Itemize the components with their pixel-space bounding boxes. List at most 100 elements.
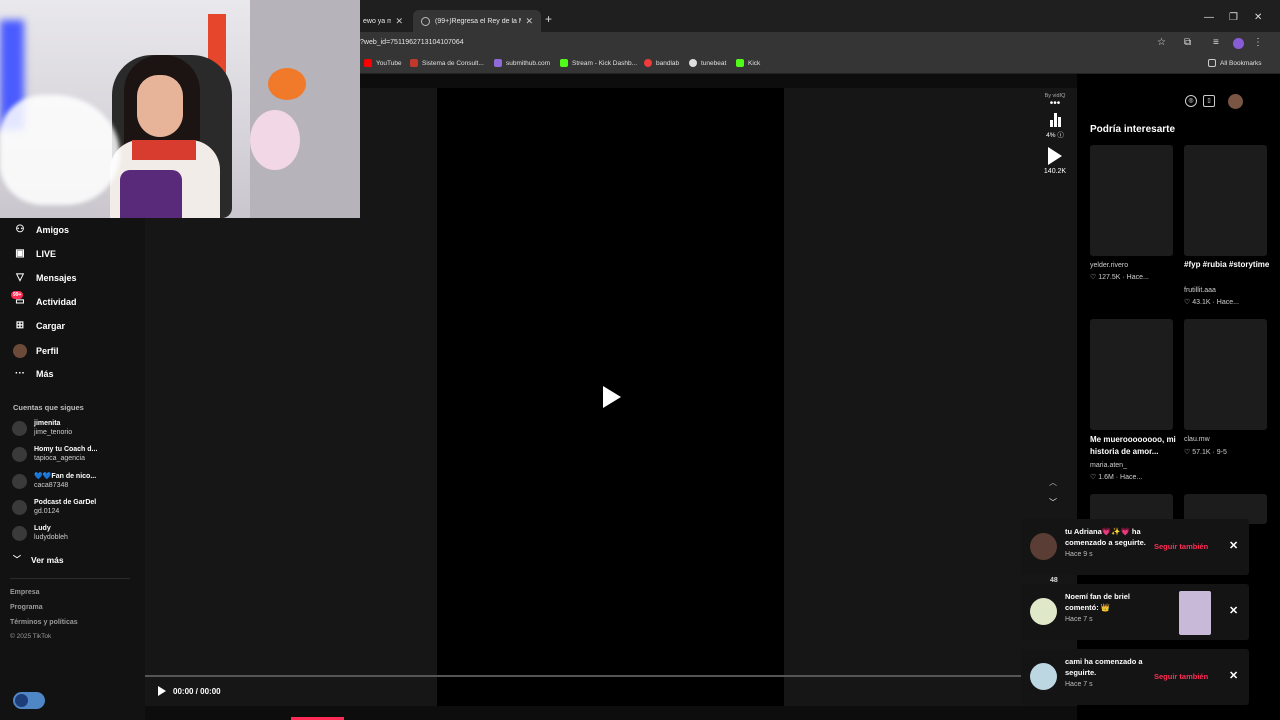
- sidebar-item-amigos[interactable]: ⚇ Amigos: [13, 224, 70, 235]
- bookmark-tunebeat[interactable]: tunebeat: [689, 59, 726, 67]
- sidebar-item-actividad[interactable]: ▭ 99+ Actividad: [11, 291, 77, 307]
- close-window-icon[interactable]: ✕: [1254, 12, 1262, 23]
- extensions-icon[interactable]: ⧉: [1184, 37, 1191, 48]
- following-item[interactable]: Podcast de GarDel gd.0124: [12, 498, 96, 516]
- spiderweb-decoration: [0, 95, 120, 205]
- bookmark-star-icon[interactable]: ☆: [1157, 37, 1166, 48]
- rec-caption[interactable]: Me mueroooooooo, mi historia de amor...: [1090, 434, 1176, 458]
- following-item[interactable]: Ludy ludydobleh: [12, 524, 68, 542]
- globe-icon: [689, 59, 697, 67]
- pumpkin-decoration: [268, 68, 306, 100]
- plush-decoration: [250, 110, 300, 170]
- footer-link[interactable]: Programa: [10, 604, 43, 611]
- tab-favicon-icon: [421, 16, 430, 26]
- compass-icon[interactable]: ◎: [1185, 95, 1197, 107]
- bookmark-label: YouTube: [376, 59, 402, 67]
- follow-back-button[interactable]: Seguir también: [1154, 542, 1208, 551]
- notification-time: Hace 7 s: [1065, 681, 1093, 688]
- following-handle: caca87348: [34, 482, 69, 489]
- bookmark-favicon-icon: [494, 59, 502, 67]
- bookmark-kick[interactable]: Kick: [736, 59, 760, 67]
- following-name: Ludy: [34, 525, 51, 532]
- rec-thumbnail[interactable]: [1184, 319, 1267, 430]
- tab-title: (99+)Regresa el Rey de la MP4!: [435, 17, 521, 25]
- bookmark-label: tunebeat: [701, 59, 727, 67]
- playback-controls: 00:00 / 00:00: [158, 686, 221, 696]
- video-progress-bar[interactable]: [145, 675, 1021, 677]
- maximize-icon[interactable]: ❐: [1229, 12, 1238, 23]
- chevron-down-icon[interactable]: ﹀: [1049, 497, 1057, 508]
- media-icon[interactable]: ≡: [1213, 37, 1219, 48]
- close-icon[interactable]: ✕: [1229, 539, 1238, 552]
- time-readout: 00:00 / 00:00: [173, 686, 221, 696]
- bookmark-kick-dashboard[interactable]: Stream - Kick Dashb...: [560, 59, 637, 67]
- chevron-up-icon[interactable]: ︿: [1049, 477, 1057, 488]
- bookmark-youtube[interactable]: YouTube: [364, 59, 402, 67]
- bookmark-label: Kick: [748, 59, 761, 67]
- stats-icon[interactable]: [1036, 111, 1074, 127]
- following-name: 💙💙Fan de nico...: [34, 473, 97, 480]
- rec-thumbnail[interactable]: [1090, 145, 1173, 256]
- url-field[interactable]: ?web_id=7511962713104107064: [360, 39, 464, 46]
- sidebar-item-cargar[interactable]: ⊞ Cargar: [13, 320, 65, 331]
- bookmark-sistema[interactable]: Sistema de Consult...: [410, 59, 484, 67]
- avatar: [1030, 598, 1057, 625]
- minimize-icon[interactable]: —: [1204, 12, 1214, 23]
- follow-back-button[interactable]: Seguir también: [1154, 672, 1208, 681]
- more-options-icon[interactable]: •••: [1036, 99, 1074, 109]
- bookmark-favicon-icon: [410, 59, 418, 67]
- user-avatar[interactable]: [1228, 94, 1243, 109]
- vidiq-percent: 4% ⓘ: [1046, 132, 1064, 139]
- bookmark-bandlab[interactable]: bandlab: [644, 59, 679, 67]
- rec-user[interactable]: frutillit.aaa: [1184, 287, 1216, 294]
- notification-text: Noemí fan de briel comentó: 👑 Hace 7 s: [1065, 591, 1155, 625]
- comment-thumbnail[interactable]: [1179, 591, 1211, 635]
- new-tab-icon[interactable]: +: [545, 12, 552, 26]
- sidebar-item-live[interactable]: ▣ LIVE: [13, 248, 56, 259]
- see-more-button[interactable]: ﹀ Ver más: [13, 554, 64, 565]
- following-item[interactable]: 💙💙Fan de nico... caca87348: [12, 472, 96, 490]
- close-icon[interactable]: ✕: [1229, 604, 1238, 617]
- sidebar-item-mas[interactable]: ··· Más: [13, 368, 54, 379]
- play-button-icon[interactable]: [158, 686, 166, 696]
- sidebar-item-perfil[interactable]: Perfil: [13, 344, 59, 358]
- avatar: [12, 446, 27, 462]
- close-tab-icon[interactable]: ✕: [525, 16, 533, 27]
- more-icon: ···: [15, 368, 25, 379]
- following-item[interactable]: Homy tu Coach d... tapioca_agencia: [12, 445, 97, 463]
- sidebar-item-label: Actividad: [36, 296, 77, 307]
- following-name: Homy tu Coach d...: [34, 446, 98, 453]
- close-icon[interactable]: ✕: [1229, 669, 1238, 682]
- notification-message: Noemí fan de briel comentó: 👑: [1065, 592, 1131, 612]
- theme-toggle[interactable]: [13, 692, 45, 709]
- all-bookmarks[interactable]: All Bookmarks: [1208, 59, 1262, 67]
- following-handle: ludydobleh: [34, 534, 68, 541]
- bookmark-submithub[interactable]: submithub.com: [494, 59, 550, 67]
- rec-user[interactable]: yelder.rivero: [1090, 262, 1128, 269]
- rec-thumbnail[interactable]: [1090, 319, 1173, 430]
- avatar: [12, 420, 27, 436]
- sidebar-item-mensajes[interactable]: ▽ Mensajes: [13, 272, 76, 283]
- rec-user[interactable]: maria.aten_: [1090, 462, 1127, 469]
- profile-avatar: [13, 344, 27, 358]
- device-icon[interactable]: ▯: [1203, 95, 1215, 107]
- tab-active[interactable]: (99+)Regresa el Rey de la MP4! ✕: [413, 10, 541, 32]
- close-tab-icon[interactable]: ✕: [395, 16, 403, 27]
- rec-thumbnail[interactable]: [1184, 145, 1267, 256]
- notification-toast[interactable]: Noemí fan de briel comentó: 👑 Hace 7 s ✕: [1021, 584, 1249, 640]
- rec-user[interactable]: clau.mw: [1184, 436, 1210, 443]
- tab-inactive[interactable]: ewo ya me ✕: [355, 10, 411, 32]
- notification-toast[interactable]: cami ha comenzado a seguirte. Hace 7 s S…: [1021, 649, 1249, 705]
- notification-message: tu Adriana💗✨💗 ha comenzado a seguirte.: [1065, 527, 1146, 547]
- rec-caption[interactable]: #fyp #rubia #storytime: [1184, 259, 1270, 271]
- menu-icon[interactable]: ⋮: [1253, 37, 1263, 48]
- bookmark-label: submithub.com: [506, 59, 551, 67]
- footer-link[interactable]: Empresa: [10, 589, 40, 596]
- notification-text: cami ha comenzado a seguirte. Hace 7 s: [1065, 656, 1155, 690]
- profile-avatar[interactable]: [1233, 38, 1244, 49]
- notification-toast[interactable]: tu Adriana💗✨💗 ha comenzado a seguirte. H…: [1021, 519, 1249, 575]
- play-icon[interactable]: [603, 386, 621, 408]
- footer-link[interactable]: Términos y políticas: [10, 619, 78, 626]
- following-item[interactable]: jimenita jime_tenorio: [12, 419, 72, 437]
- sidebar-item-label: Más: [36, 368, 54, 379]
